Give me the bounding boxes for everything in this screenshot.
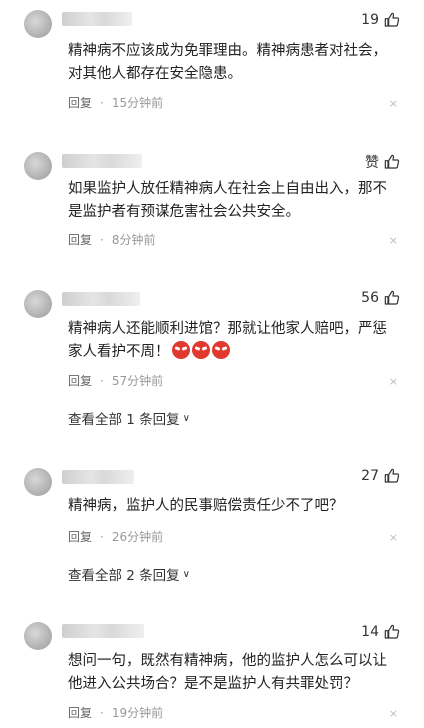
close-icon[interactable]: × <box>389 707 398 720</box>
reply-button[interactable]: 回复 <box>68 528 92 545</box>
username[interactable] <box>62 12 132 26</box>
avatar[interactable] <box>24 622 52 650</box>
separator-dot: · <box>100 529 104 544</box>
comment-meta: 回复 · 15分钟前 <box>68 94 163 111</box>
thumbs-up-icon <box>384 12 400 27</box>
like-button[interactable]: 27 <box>361 468 400 484</box>
timestamp: 19分钟前 <box>111 706 164 720</box>
close-icon[interactable]: × <box>389 531 398 544</box>
angry-face-emoji <box>191 341 210 359</box>
view-all-replies-label: 查看全部 2 条回复 <box>68 568 180 584</box>
like-button[interactable]: 14 <box>361 624 400 640</box>
comment-text: 精神病不应该成为免罪理由。精神病患者对社会，对其他人都存在安全隐患。 <box>68 43 387 82</box>
chevron-down-icon: ∨ <box>182 568 190 580</box>
view-all-replies-label: 查看全部 1 条回复 <box>68 412 180 428</box>
thumbs-up-icon <box>384 290 400 305</box>
timestamp: 26分钟前 <box>111 530 164 544</box>
reply-button[interactable]: 回复 <box>68 94 92 111</box>
separator-dot: · <box>100 95 104 110</box>
username[interactable] <box>62 470 134 484</box>
view-all-replies-button[interactable]: 查看全部 1 条回复 ∨ <box>68 408 190 428</box>
like-count: 14 <box>361 624 379 640</box>
comment-meta: 回复 · 19分钟前 <box>68 704 163 721</box>
comment-meta: 回复 · 57分钟前 <box>68 372 163 389</box>
username[interactable] <box>62 154 142 168</box>
like-count: 27 <box>361 468 379 484</box>
like-button[interactable]: 19 <box>361 12 400 28</box>
comment-meta: 回复 · 8分钟前 <box>68 231 155 248</box>
reply-button[interactable]: 回复 <box>68 704 92 721</box>
comment-meta: 回复 · 26分钟前 <box>68 528 163 545</box>
avatar[interactable] <box>24 152 52 180</box>
close-icon[interactable]: × <box>389 234 398 247</box>
comment-text: 如果监护人放任精神病人在社会上自由出入，那不是监护者有预谋危害社会公共安全。 <box>68 181 387 220</box>
like-button[interactable]: 56 <box>361 290 400 306</box>
avatar[interactable] <box>24 468 52 496</box>
angry-face-emoji <box>211 341 230 359</box>
chevron-down-icon: ∨ <box>182 412 190 424</box>
angry-face-emoji <box>171 341 190 359</box>
username[interactable] <box>62 624 144 638</box>
comment-text: 想问一句，既然有精神病，他的监护人怎么可以让他进入公共场合？是不是监护人有共罪处… <box>68 653 387 692</box>
comment-text: 精神病人还能顺利进馆？那就让他家人赔吧，严惩家人看护不周！ <box>68 318 398 364</box>
username[interactable] <box>62 292 140 306</box>
reply-button[interactable]: 回复 <box>68 372 92 389</box>
like-button[interactable]: 赞 <box>365 152 400 172</box>
reply-button[interactable]: 回复 <box>68 231 92 248</box>
separator-dot: · <box>100 705 104 720</box>
timestamp: 8分钟前 <box>111 233 156 247</box>
thumbs-up-icon <box>384 468 400 483</box>
thumbs-up-icon <box>384 154 400 169</box>
avatar[interactable] <box>24 10 52 38</box>
like-count: 56 <box>361 290 379 306</box>
separator-dot: · <box>100 232 104 247</box>
close-icon[interactable]: × <box>389 97 398 110</box>
avatar[interactable] <box>24 290 52 318</box>
comment-text: 精神病，监护人的民事赔偿责任少不了吧？ <box>68 498 344 514</box>
timestamp: 57分钟前 <box>111 374 164 388</box>
view-all-replies-button[interactable]: 查看全部 2 条回复 ∨ <box>68 564 190 584</box>
separator-dot: · <box>100 373 104 388</box>
like-count: 19 <box>361 12 379 28</box>
thumbs-up-icon <box>384 624 400 639</box>
timestamp: 15分钟前 <box>111 96 164 110</box>
like-label: 赞 <box>365 155 379 171</box>
close-icon[interactable]: × <box>389 375 398 388</box>
